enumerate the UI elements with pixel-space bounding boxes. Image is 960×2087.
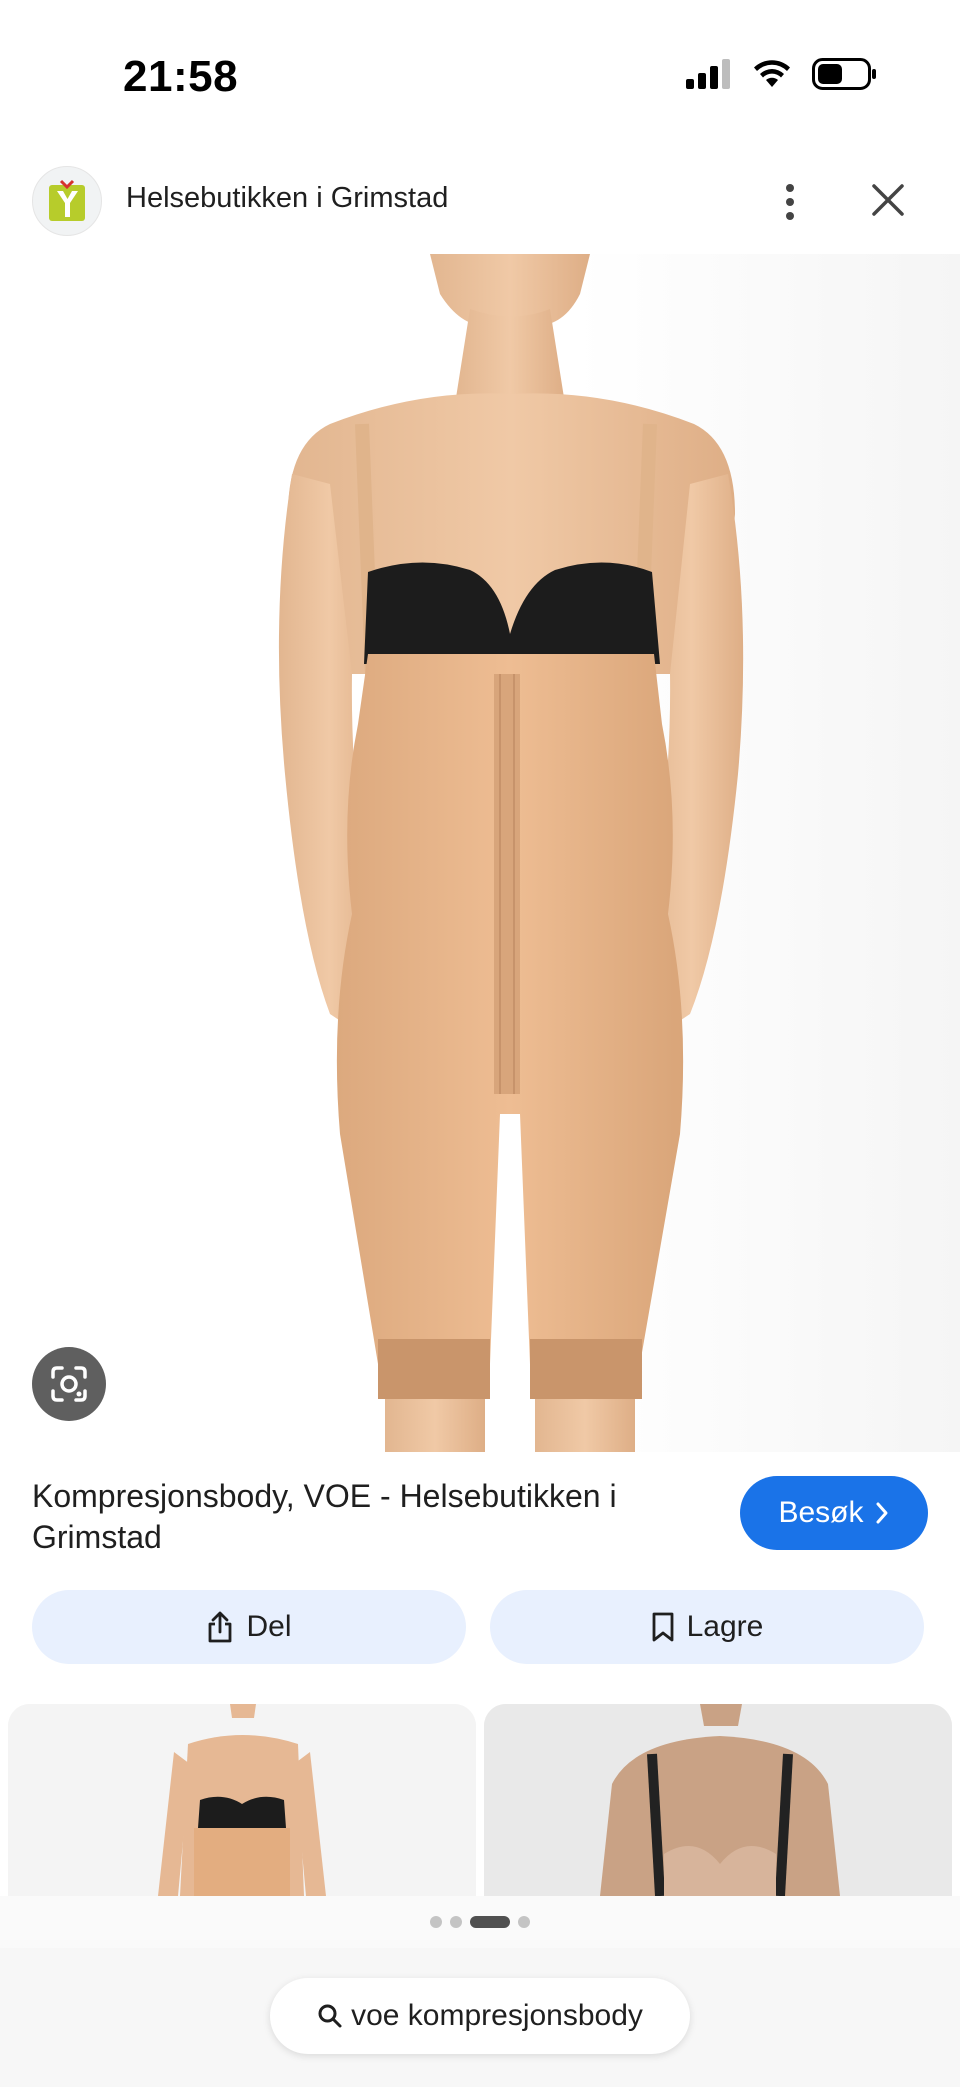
result-title[interactable]: Kompresjonsbody, VOE - Helsebutikken i G… — [32, 1476, 692, 1558]
site-favicon-icon[interactable] — [32, 166, 102, 236]
visit-label: Besøk — [778, 1496, 864, 1529]
share-button[interactable]: Del — [32, 1590, 466, 1664]
search-query-chip[interactable]: voe kompresjonsbody — [270, 1978, 690, 2054]
carousel-dot-active — [470, 1916, 510, 1928]
bookmark-icon — [652, 1612, 674, 1642]
site-name[interactable]: Helsebutikken i Grimstad — [126, 182, 448, 215]
carousel-dot — [518, 1916, 530, 1928]
share-label: Del — [246, 1610, 292, 1643]
search-query: voe kompresjonsbody — [351, 1999, 643, 2032]
share-icon — [209, 1611, 232, 1643]
site-header: Helsebutikken i Grimstad — [0, 160, 960, 252]
status-time: 21:58 — [123, 52, 239, 101]
search-icon — [318, 2004, 342, 2028]
chevron-right-icon — [876, 1502, 888, 1524]
product-photo — [278, 254, 744, 1452]
more-vertical-icon[interactable] — [770, 172, 810, 232]
carousel-indicator — [0, 1896, 960, 1948]
close-icon[interactable] — [862, 174, 914, 226]
status-bar: 21:58 — [0, 0, 960, 150]
save-label: Lagre — [686, 1610, 764, 1643]
cellular-signal-icon — [686, 59, 730, 89]
wifi-icon — [754, 60, 790, 87]
related-image-thumbnail[interactable] — [484, 1704, 952, 1896]
product-image[interactable] — [0, 254, 960, 1452]
carousel-dot — [430, 1916, 442, 1928]
related-image-thumbnail[interactable] — [8, 1704, 476, 1896]
status-icons — [686, 58, 878, 90]
visit-button[interactable]: Besøk — [740, 1476, 928, 1550]
lens-search-icon[interactable] — [32, 1347, 106, 1421]
battery-icon — [812, 58, 876, 90]
save-button[interactable]: Lagre — [490, 1590, 924, 1664]
carousel-dot — [450, 1916, 462, 1928]
